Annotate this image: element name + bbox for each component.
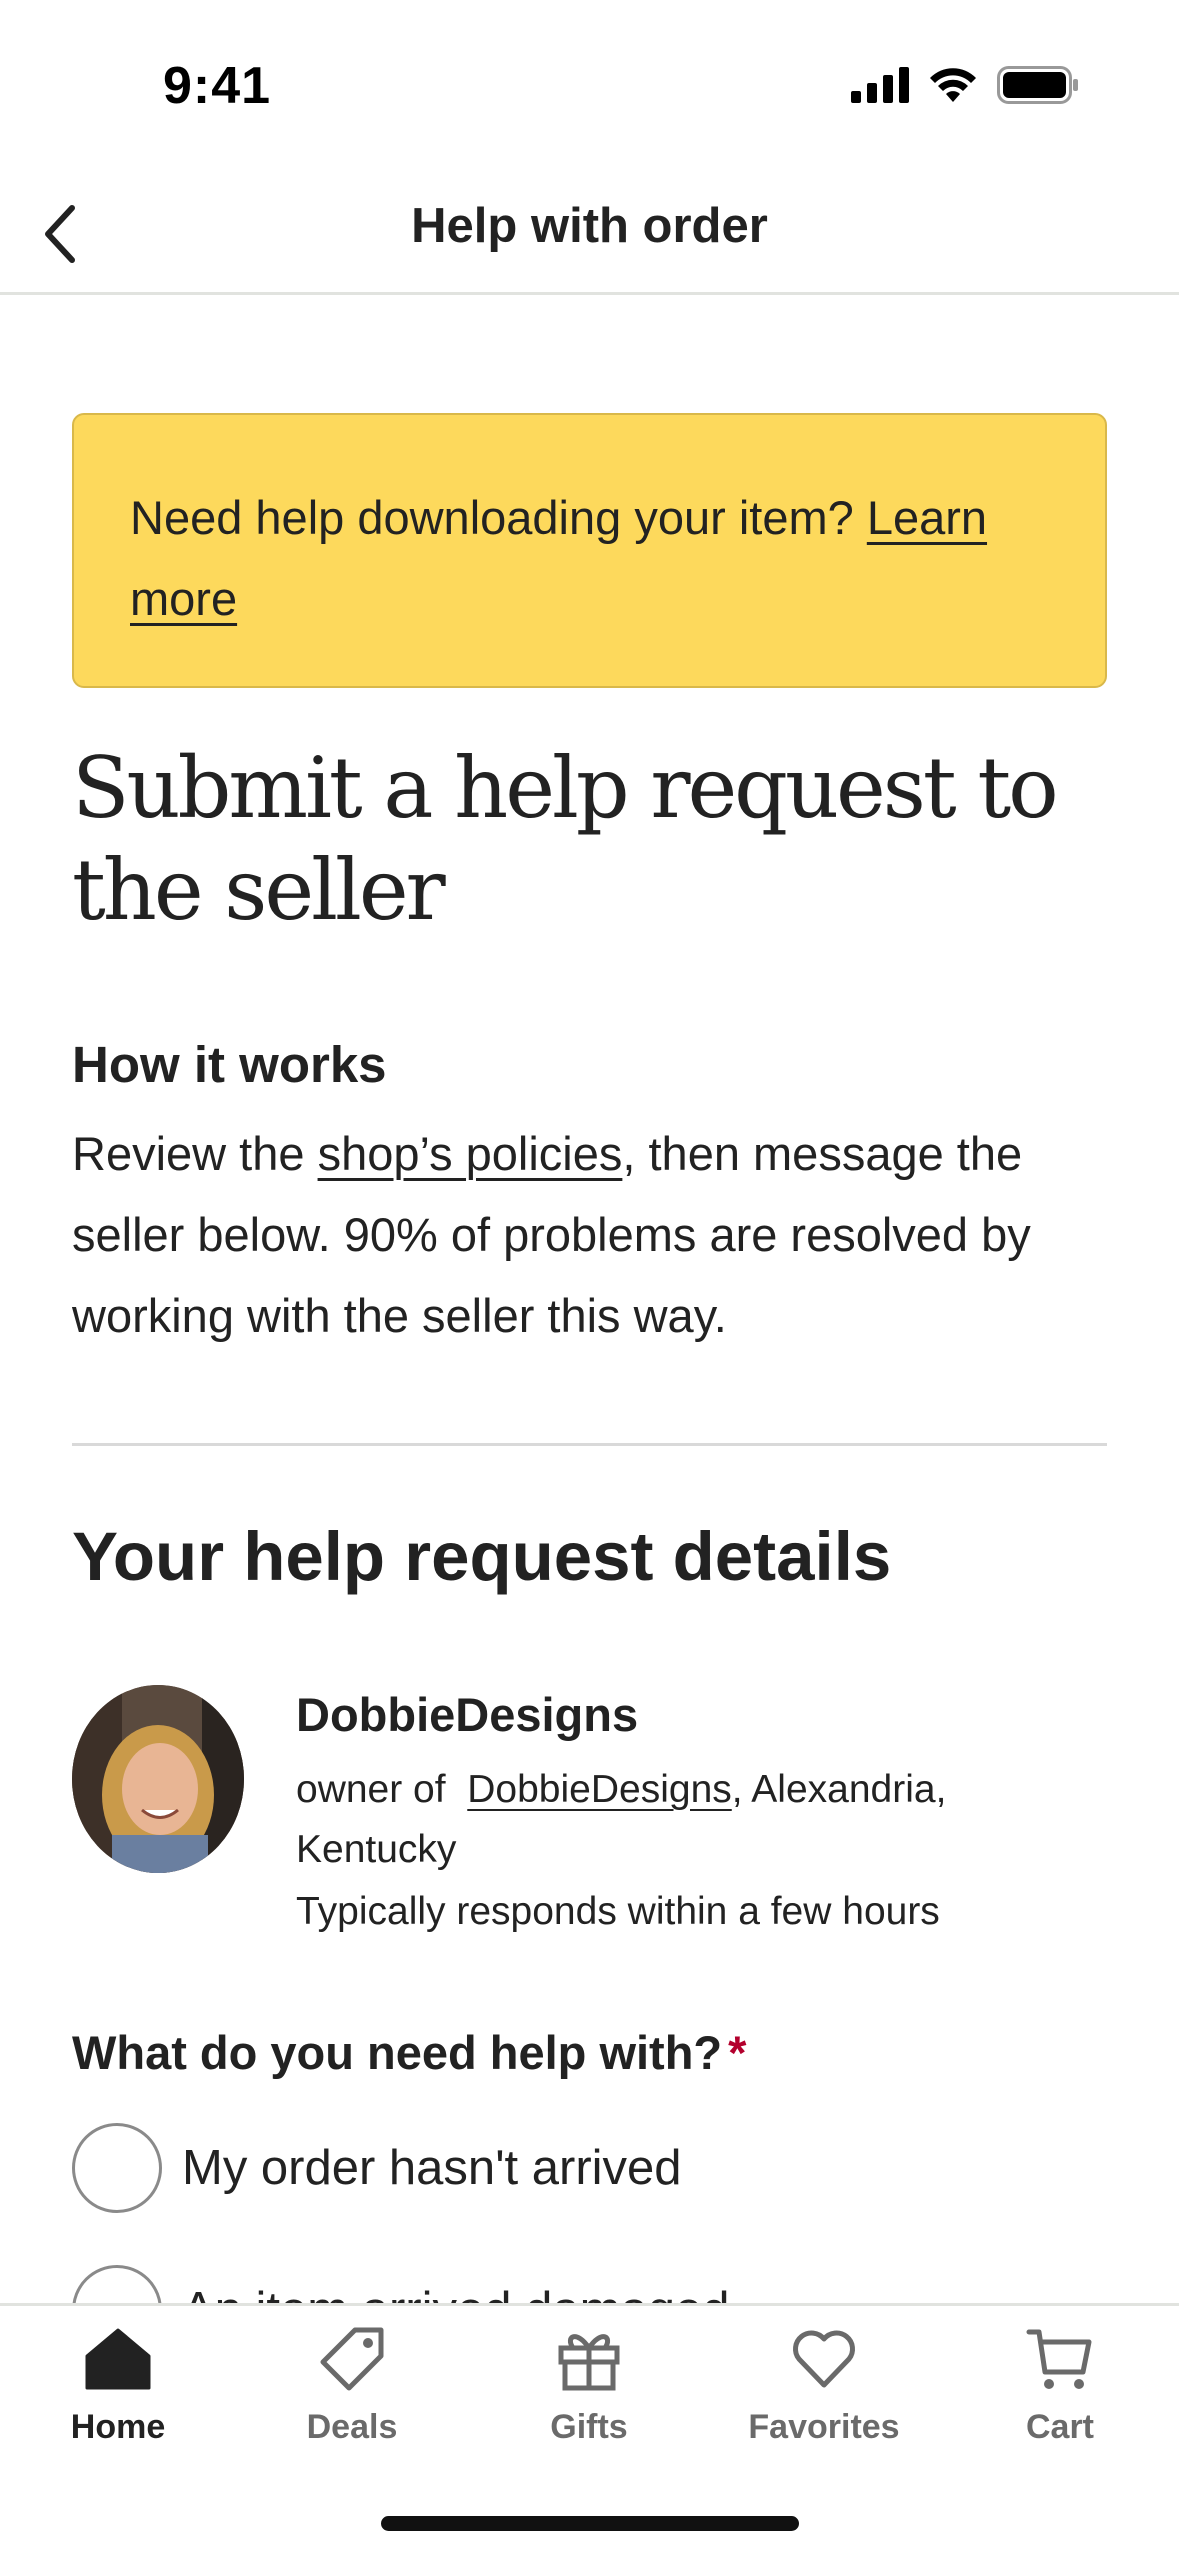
tab-label: Favorites bbox=[748, 2408, 900, 2446]
tag-icon bbox=[317, 2324, 387, 2394]
nav-bar: Help with order bbox=[0, 170, 1179, 295]
shop-link[interactable]: DobbieDesigns bbox=[467, 1768, 732, 1811]
tab-favorites[interactable]: Favorites bbox=[724, 2324, 924, 2474]
how-it-works-title: How it works bbox=[72, 1036, 387, 1093]
tab-label: Home bbox=[70, 2408, 166, 2446]
wifi-icon bbox=[930, 68, 976, 102]
tab-label: Deals bbox=[306, 2408, 398, 2446]
how-it-works-text: Review the shop’s policies, then message… bbox=[72, 1113, 1132, 1356]
divider bbox=[72, 1443, 1107, 1446]
gift-icon bbox=[554, 2324, 624, 2394]
shop-policies-link[interactable]: shop’s policies bbox=[318, 1127, 623, 1180]
how-it-works-pre: Review the bbox=[72, 1127, 318, 1180]
question-label: What do you need help with? bbox=[72, 2026, 723, 2079]
main-content[interactable]: Need help downloading your item? Learn m… bbox=[0, 295, 1179, 2305]
status-icons bbox=[851, 66, 1079, 104]
cart-icon bbox=[1025, 2324, 1095, 2394]
home-icon bbox=[83, 2324, 153, 2394]
seller-avatar bbox=[72, 1685, 244, 1873]
radio-label: My order hasn't arrived bbox=[182, 2141, 682, 2195]
banner-text: Need help downloading your item? bbox=[130, 491, 854, 544]
radio-button[interactable] bbox=[72, 2265, 162, 2305]
seller-owner-line: owner of DobbieDesigns, Alexandria, Kent… bbox=[296, 1760, 1096, 1880]
status-time: 9:41 bbox=[163, 57, 272, 115]
seller-name: DobbieDesigns bbox=[296, 1688, 639, 1741]
heart-icon bbox=[789, 2324, 859, 2394]
radio-label: An item arrived damaged bbox=[182, 2282, 729, 2305]
radio-button[interactable] bbox=[72, 2123, 162, 2213]
battery-icon bbox=[997, 66, 1078, 104]
required-marker: * bbox=[728, 2026, 747, 2079]
tab-cart[interactable]: Cart bbox=[960, 2324, 1160, 2474]
help-question: What do you need help with? * bbox=[72, 2025, 746, 2080]
home-indicator bbox=[381, 2516, 799, 2531]
details-title: Your help request details bbox=[72, 1518, 892, 1595]
tab-label: Cart bbox=[1025, 2408, 1095, 2446]
page-title: Help with order bbox=[411, 199, 768, 253]
status-bar: 9:41 bbox=[0, 0, 1179, 170]
help-request-heading: Submit a help request to the seller bbox=[72, 739, 1059, 939]
radio-option-damaged[interactable]: An item arrived damaged bbox=[72, 2265, 729, 2305]
seller-response-time: Typically responds within a few hours bbox=[296, 1890, 940, 1933]
tab-label: Gifts bbox=[550, 2408, 628, 2446]
tab-gifts[interactable]: Gifts bbox=[489, 2324, 689, 2474]
cellular-signal-icon bbox=[851, 67, 909, 103]
tab-deals[interactable]: Deals bbox=[252, 2324, 452, 2474]
owner-prefix: owner of bbox=[296, 1768, 457, 1811]
tab-home[interactable]: Home bbox=[18, 2324, 218, 2474]
download-help-banner: Need help downloading your item? Learn m… bbox=[72, 413, 1107, 688]
radio-option-not-arrived[interactable]: My order hasn't arrived bbox=[72, 2123, 682, 2213]
